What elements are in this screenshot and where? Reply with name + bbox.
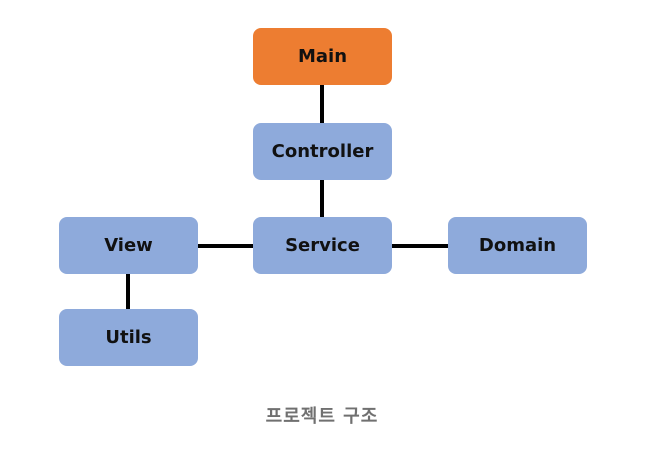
project-structure-diagram: Main Controller View Service Domain Util… [0,0,664,451]
node-domain-label: Domain [478,235,557,256]
node-service: Service [253,217,392,274]
node-view-label: View [104,235,153,256]
node-main-label: Main [297,46,348,67]
node-utils: Utils [59,309,198,366]
node-main: Main [253,28,392,85]
edge-view-utils [126,273,130,310]
edge-view-service [197,244,254,248]
edge-service-domain [391,244,449,248]
node-controller: Controller [253,123,392,180]
node-view: View [59,217,198,274]
node-controller-label: Controller [271,141,374,162]
node-utils-label: Utils [105,327,152,348]
node-service-label: Service [285,235,360,256]
edge-main-controller [320,84,324,124]
edge-controller-service [320,179,324,219]
node-domain: Domain [448,217,587,274]
diagram-caption: 프로젝트 구조 [265,406,379,427]
